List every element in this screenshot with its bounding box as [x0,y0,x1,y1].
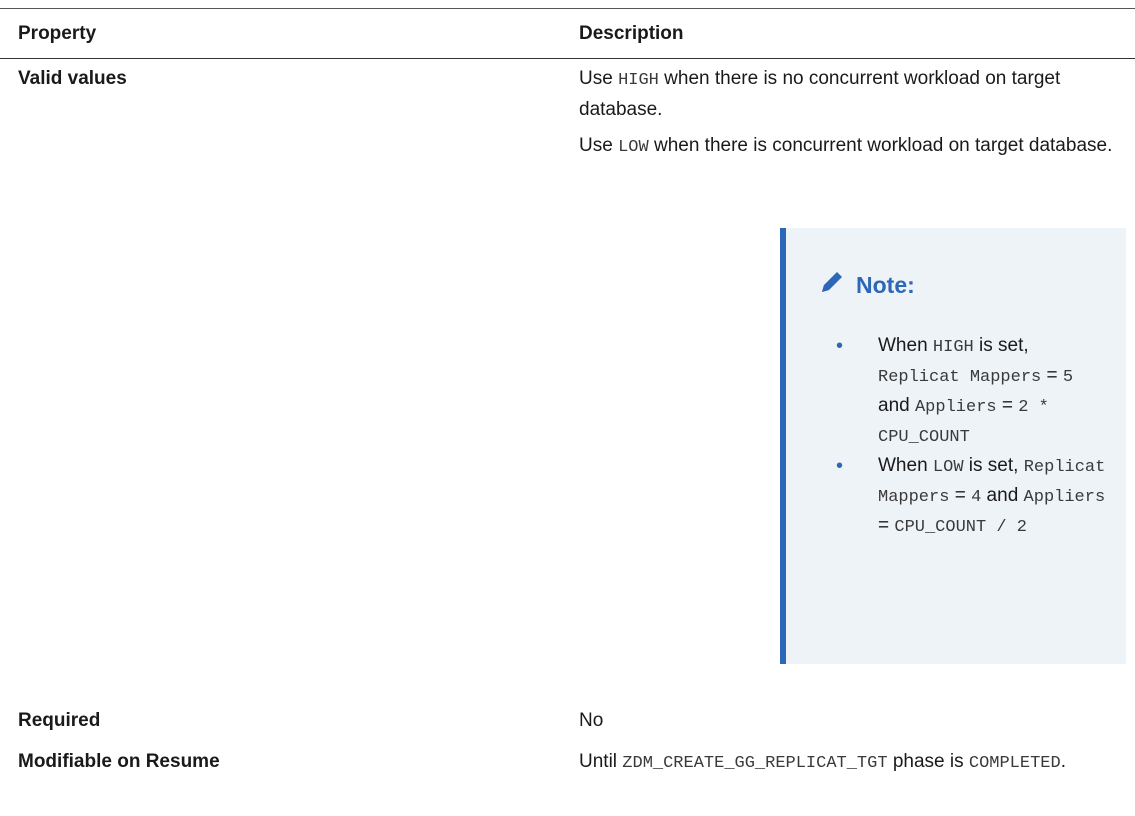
note-box: Note: • When HIGH is set, Replicat Mappe… [780,228,1126,664]
row-label-required: Required [18,710,101,731]
header-property: Property [18,23,97,44]
note-item-high: • When HIGH is set, Replicat Mappers = 5… [836,332,1106,452]
note-title: Note: [856,271,915,298]
note-item-low: • When LOW is set, Replicat Mappers = 4 … [836,452,1106,542]
note-header: Note: [820,270,915,300]
row-desc-modifiable: Until ZDM_CREATE_GG_REPLICAT_TGT phase i… [579,751,1066,773]
table-top-rule [0,8,1135,9]
pencil-icon [820,270,844,300]
row-desc-required: No [579,710,604,731]
bullet-icon: • [836,455,844,477]
bullet-icon: • [836,335,844,357]
row-label-valid-values: Valid values [18,68,127,89]
valid-values-high-text: Use HIGH when there is no concurrent wor… [579,68,1061,120]
row-desc-valid-values: Use HIGH when there is no concurrent wor… [579,64,1124,169]
valid-values-low-text: Use LOW when there is concurrent workloa… [579,135,1113,157]
header-rule [0,58,1135,59]
header-description: Description [579,23,684,44]
row-label-modifiable: Modifiable on Resume [18,751,220,772]
note-list: • When HIGH is set, Replicat Mappers = 5… [836,332,1106,542]
